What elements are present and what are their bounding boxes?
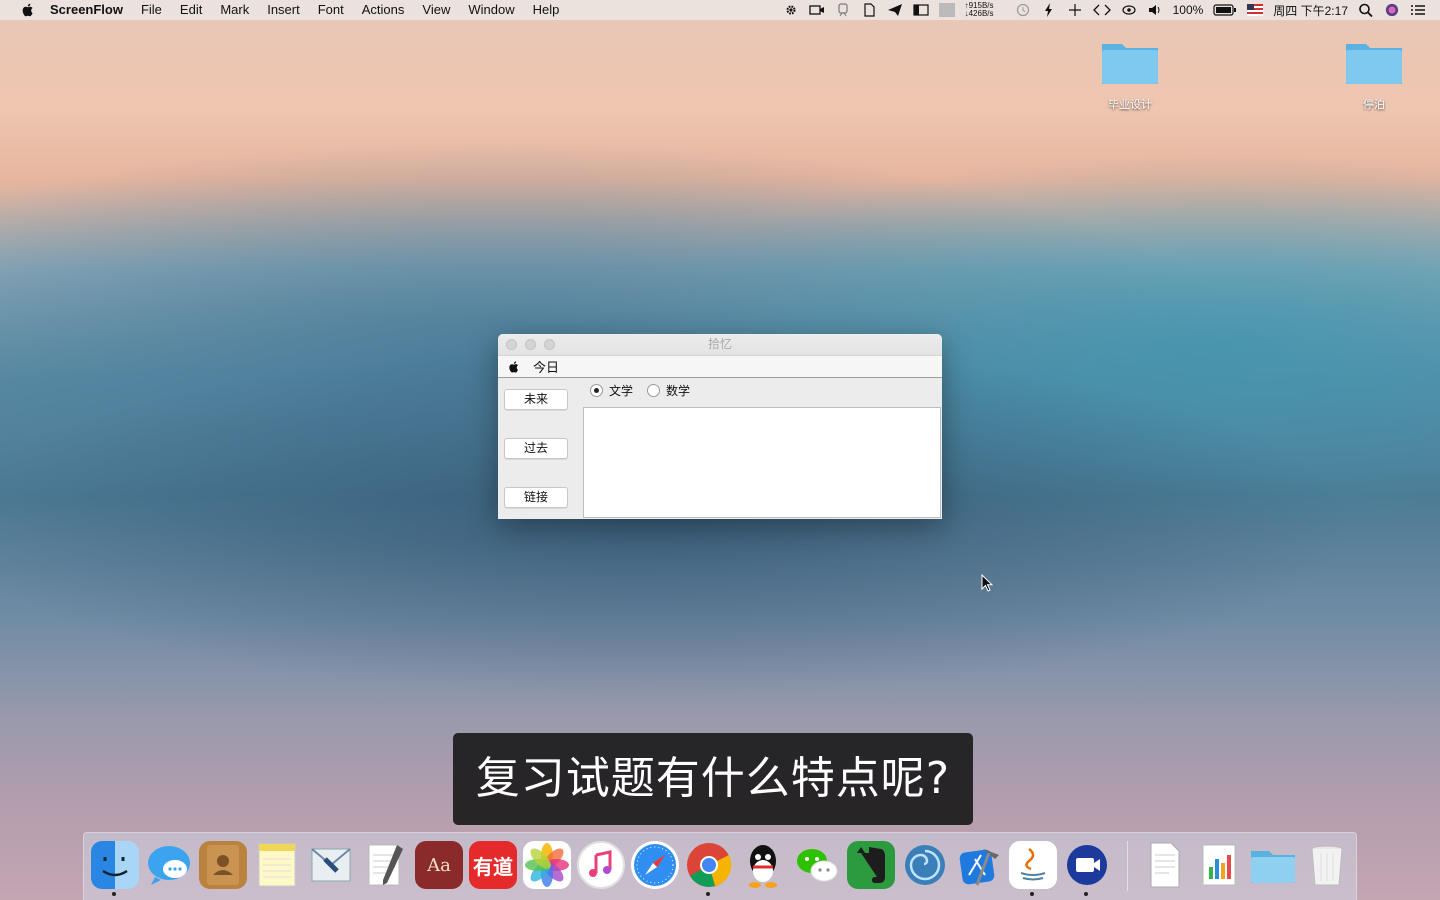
past-button[interactable]: 过去 — [504, 438, 568, 459]
net-down: ↓426B/s — [964, 9, 994, 18]
volume-icon[interactable] — [1147, 3, 1163, 17]
screenflow-icon[interactable] — [1063, 841, 1111, 896]
eye-icon[interactable] — [1121, 3, 1137, 17]
sidebar-icon[interactable] — [912, 3, 929, 17]
bolt-icon[interactable] — [1041, 3, 1057, 17]
evernote-icon[interactable] — [847, 841, 895, 889]
battery-icon[interactable] — [1213, 3, 1237, 17]
window-body: 未来 过去 链接 文学 数学 — [498, 378, 942, 519]
menu-help[interactable]: Help — [524, 0, 569, 20]
document-outline-icon[interactable] — [861, 3, 877, 17]
dock: Aa 有道 — [83, 832, 1357, 900]
desktop-icon-label: 停泊 — [1363, 98, 1385, 111]
desktop-folder-graduation[interactable]: 毕业设计 — [1085, 38, 1175, 112]
network-speed: ↑915B/s ↓426B/s — [965, 2, 1005, 18]
mail-icon[interactable] — [307, 841, 355, 889]
running-indicator — [1084, 892, 1088, 896]
search-icon[interactable] — [1358, 3, 1374, 17]
mouse-cursor-icon — [981, 574, 993, 592]
youdao-icon[interactable]: 有道 — [469, 841, 517, 889]
notes-icon[interactable] — [253, 841, 301, 889]
youdao-label: 有道 — [473, 854, 513, 879]
qq-icon[interactable] — [739, 841, 787, 889]
menu-today[interactable]: 今日 — [533, 357, 559, 376]
battery-percent: 100% — [1172, 3, 1204, 17]
future-button[interactable]: 未来 — [504, 389, 568, 410]
siri-icon[interactable] — [1384, 3, 1400, 17]
camera-icon[interactable] — [808, 3, 825, 17]
video-subtitle: 复习试题有什么特点呢? — [453, 733, 973, 825]
list-icon[interactable] — [1410, 3, 1426, 17]
java-icon[interactable] — [1009, 841, 1057, 896]
menu-edit[interactable]: Edit — [171, 0, 211, 20]
launcher-icon[interactable] — [901, 841, 949, 889]
running-indicator — [706, 892, 710, 896]
dock-separator — [1127, 841, 1128, 891]
train-icon[interactable] — [835, 3, 851, 17]
photos-icon[interactable] — [523, 841, 571, 889]
chrome-icon[interactable] — [685, 841, 733, 896]
running-indicator — [1030, 892, 1034, 896]
running-indicator — [112, 892, 116, 896]
document-icon[interactable] — [1141, 841, 1189, 889]
code-icon[interactable] — [1092, 3, 1111, 17]
menu-view[interactable]: View — [413, 0, 459, 20]
close-button[interactable] — [506, 339, 517, 350]
window-title: 拾忆 — [707, 337, 732, 351]
menu-window[interactable]: Window — [459, 0, 523, 20]
trash-icon[interactable] — [1303, 841, 1351, 889]
subject-radio-group: 文学 数学 — [590, 382, 704, 399]
numbers-icon[interactable] — [1195, 841, 1243, 889]
desktop-icon-label: 毕业设计 — [1108, 98, 1152, 111]
status-area: ↑915B/s ↓426B/s 100% 周四 下午2:17 — [783, 2, 1440, 19]
wechat-icon[interactable] — [793, 841, 841, 889]
meter-icon[interactable] — [938, 3, 955, 17]
menu-file[interactable]: File — [132, 0, 171, 20]
flag-us-icon[interactable] — [1247, 3, 1264, 17]
radio-literature-label[interactable]: 文学 — [609, 382, 633, 399]
clock[interactable]: 周四 下午2:17 — [1273, 2, 1348, 19]
itunes-icon[interactable] — [577, 841, 625, 889]
apple-icon[interactable] — [20, 2, 36, 18]
window-menu-bar: 今日 — [498, 356, 942, 378]
arrows-icon[interactable] — [1067, 3, 1083, 17]
window-titlebar[interactable]: 拾忆 — [498, 334, 942, 356]
safari-icon[interactable] — [631, 841, 679, 889]
link-button[interactable]: 链接 — [504, 487, 568, 508]
radio-literature[interactable] — [590, 384, 603, 397]
desktop-folder-moored[interactable]: 停泊 — [1329, 38, 1419, 112]
apple-icon[interactable] — [507, 360, 521, 374]
app-window: 拾忆 今日 未来 过去 链接 文学 数学 — [498, 334, 942, 519]
content-text-area[interactable] — [583, 407, 941, 518]
finder-icon[interactable] — [91, 841, 139, 896]
contacts-icon[interactable] — [199, 841, 247, 889]
messages-icon[interactable] — [145, 841, 193, 889]
folder-icon — [1100, 38, 1160, 86]
minimize-button[interactable] — [525, 339, 536, 350]
folder-icon — [1344, 38, 1404, 86]
gear-icon[interactable] — [783, 3, 799, 17]
menu-bar: ScreenFlow File Edit Mark Insert Font Ac… — [0, 0, 1440, 20]
folder-stack-icon[interactable] — [1249, 841, 1297, 889]
send-icon[interactable] — [887, 3, 903, 17]
radio-math-label[interactable]: 数学 — [666, 382, 690, 399]
textedit-icon[interactable] — [361, 841, 409, 889]
dictionary-label: Aa — [427, 854, 451, 876]
menu-font[interactable]: Font — [309, 0, 353, 20]
radio-math[interactable] — [647, 384, 661, 397]
time-machine-icon[interactable] — [1015, 3, 1031, 17]
zoom-button[interactable] — [544, 339, 555, 350]
menu-mark[interactable]: Mark — [211, 0, 258, 20]
xcode-icon[interactable] — [955, 841, 1003, 889]
menu-insert[interactable]: Insert — [258, 0, 309, 20]
menu-app-name[interactable]: ScreenFlow — [50, 0, 132, 20]
menu-actions[interactable]: Actions — [353, 0, 414, 20]
traffic-lights — [506, 339, 555, 350]
dictionary-icon[interactable]: Aa — [415, 841, 463, 889]
